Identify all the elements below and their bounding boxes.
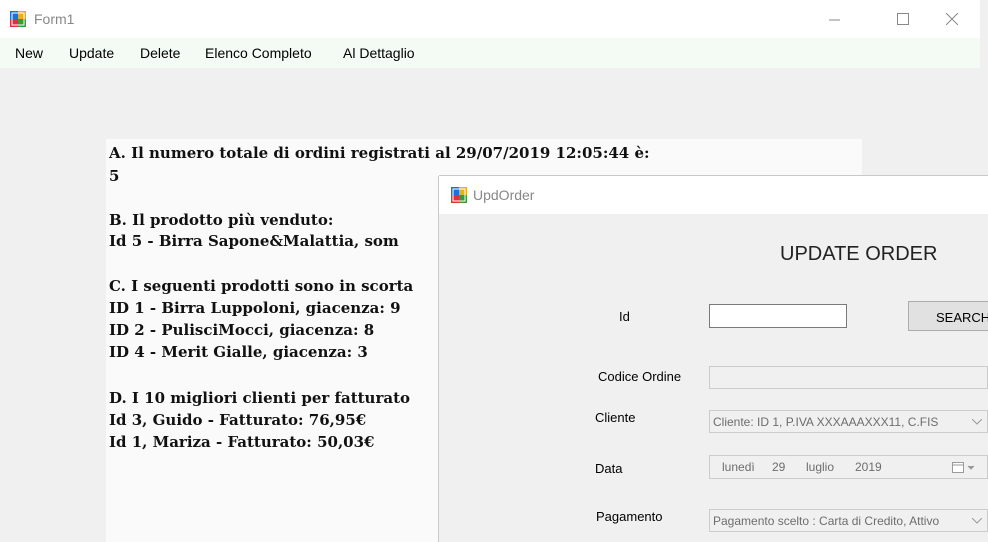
title-bar: Form1 [0, 0, 980, 38]
menu-elenco-completo[interactable]: Elenco Completo [205, 45, 312, 61]
cliente-label: Cliente [595, 410, 636, 425]
report-line: C. I seguenti prodotti sono in scorta [109, 277, 414, 295]
report-line: A. Il numero totale di ordini registrati… [109, 144, 650, 162]
data-datepicker[interactable]: lunedì 29 luglio 2019 [709, 455, 988, 479]
data-label: Data [595, 461, 623, 476]
winforms-app-icon [10, 11, 26, 27]
maximize-button[interactable] [880, 0, 926, 38]
id-input[interactable] [709, 304, 847, 328]
pagamento-combobox[interactable]: Pagamento scelto : Carta di Credito, Att… [709, 509, 988, 532]
pagamento-value: Pagamento scelto : Carta di Credito, Att… [713, 514, 940, 528]
menu-update[interactable]: Update [69, 45, 114, 61]
winforms-app-icon [451, 187, 467, 203]
updorder-title: UpdOrder [473, 187, 535, 203]
window-title: Form1 [34, 11, 75, 27]
menu-new[interactable]: New [15, 45, 43, 61]
menu-bar: New Update Delete Elenco Completo Al Det… [0, 38, 980, 68]
calendar-icon[interactable] [952, 461, 978, 474]
report-line: ID 4 - Merit Gialle, giacenza: 3 [109, 343, 368, 361]
report-line: ID 1 - Birra Luppoloni, giacenza: 9 [109, 299, 401, 317]
date-month: luglio [806, 460, 835, 474]
update-order-heading: UPDATE ORDER [780, 243, 938, 265]
cliente-combobox[interactable]: Cliente: ID 1, P.IVA XXXAAAXXX11, C.FIS [709, 410, 988, 433]
report-line: ID 2 - PulisciMocci, giacenza: 8 [109, 321, 375, 339]
menu-delete[interactable]: Delete [140, 45, 180, 61]
minimize-icon [828, 19, 840, 20]
chevron-down-icon [972, 419, 982, 425]
date-day: 29 [772, 460, 786, 474]
date-year: 2019 [855, 460, 882, 474]
minimize-button[interactable] [811, 0, 857, 38]
pagamento-label: Pagamento [596, 509, 663, 524]
report-line: Id 1, Mariza - Fatturato: 50,03€ [109, 433, 375, 451]
updorder-window: UpdOrder UPDATE ORDER Id SEARCH Codice O… [439, 176, 988, 542]
report-line: D. I 10 migliori clienti per fatturato [109, 389, 411, 407]
maximize-icon [897, 13, 909, 25]
updorder-title-bar: UpdOrder [439, 176, 988, 214]
codice-ordine-label: Codice Ordine [598, 369, 682, 384]
codice-ordine-field [709, 366, 988, 389]
chevron-down-icon [972, 518, 982, 524]
search-button[interactable]: SEARCH [908, 301, 988, 331]
close-icon [946, 13, 958, 25]
report-line: Id 5 - Birra Sapone&Malattia, som [109, 232, 399, 250]
report-line: 5 [109, 167, 120, 185]
menu-al-dettaglio[interactable]: Al Dettaglio [343, 45, 415, 61]
date-day-name: lunedì [722, 460, 755, 474]
report-line: B. Il prodotto più venduto: [109, 211, 334, 229]
close-button[interactable] [929, 0, 975, 38]
cliente-value: Cliente: ID 1, P.IVA XXXAAAXXX11, C.FIS [713, 415, 939, 429]
id-label: Id [619, 309, 630, 324]
report-line: Id 3, Guido - Fatturato: 76,95€ [109, 411, 367, 429]
